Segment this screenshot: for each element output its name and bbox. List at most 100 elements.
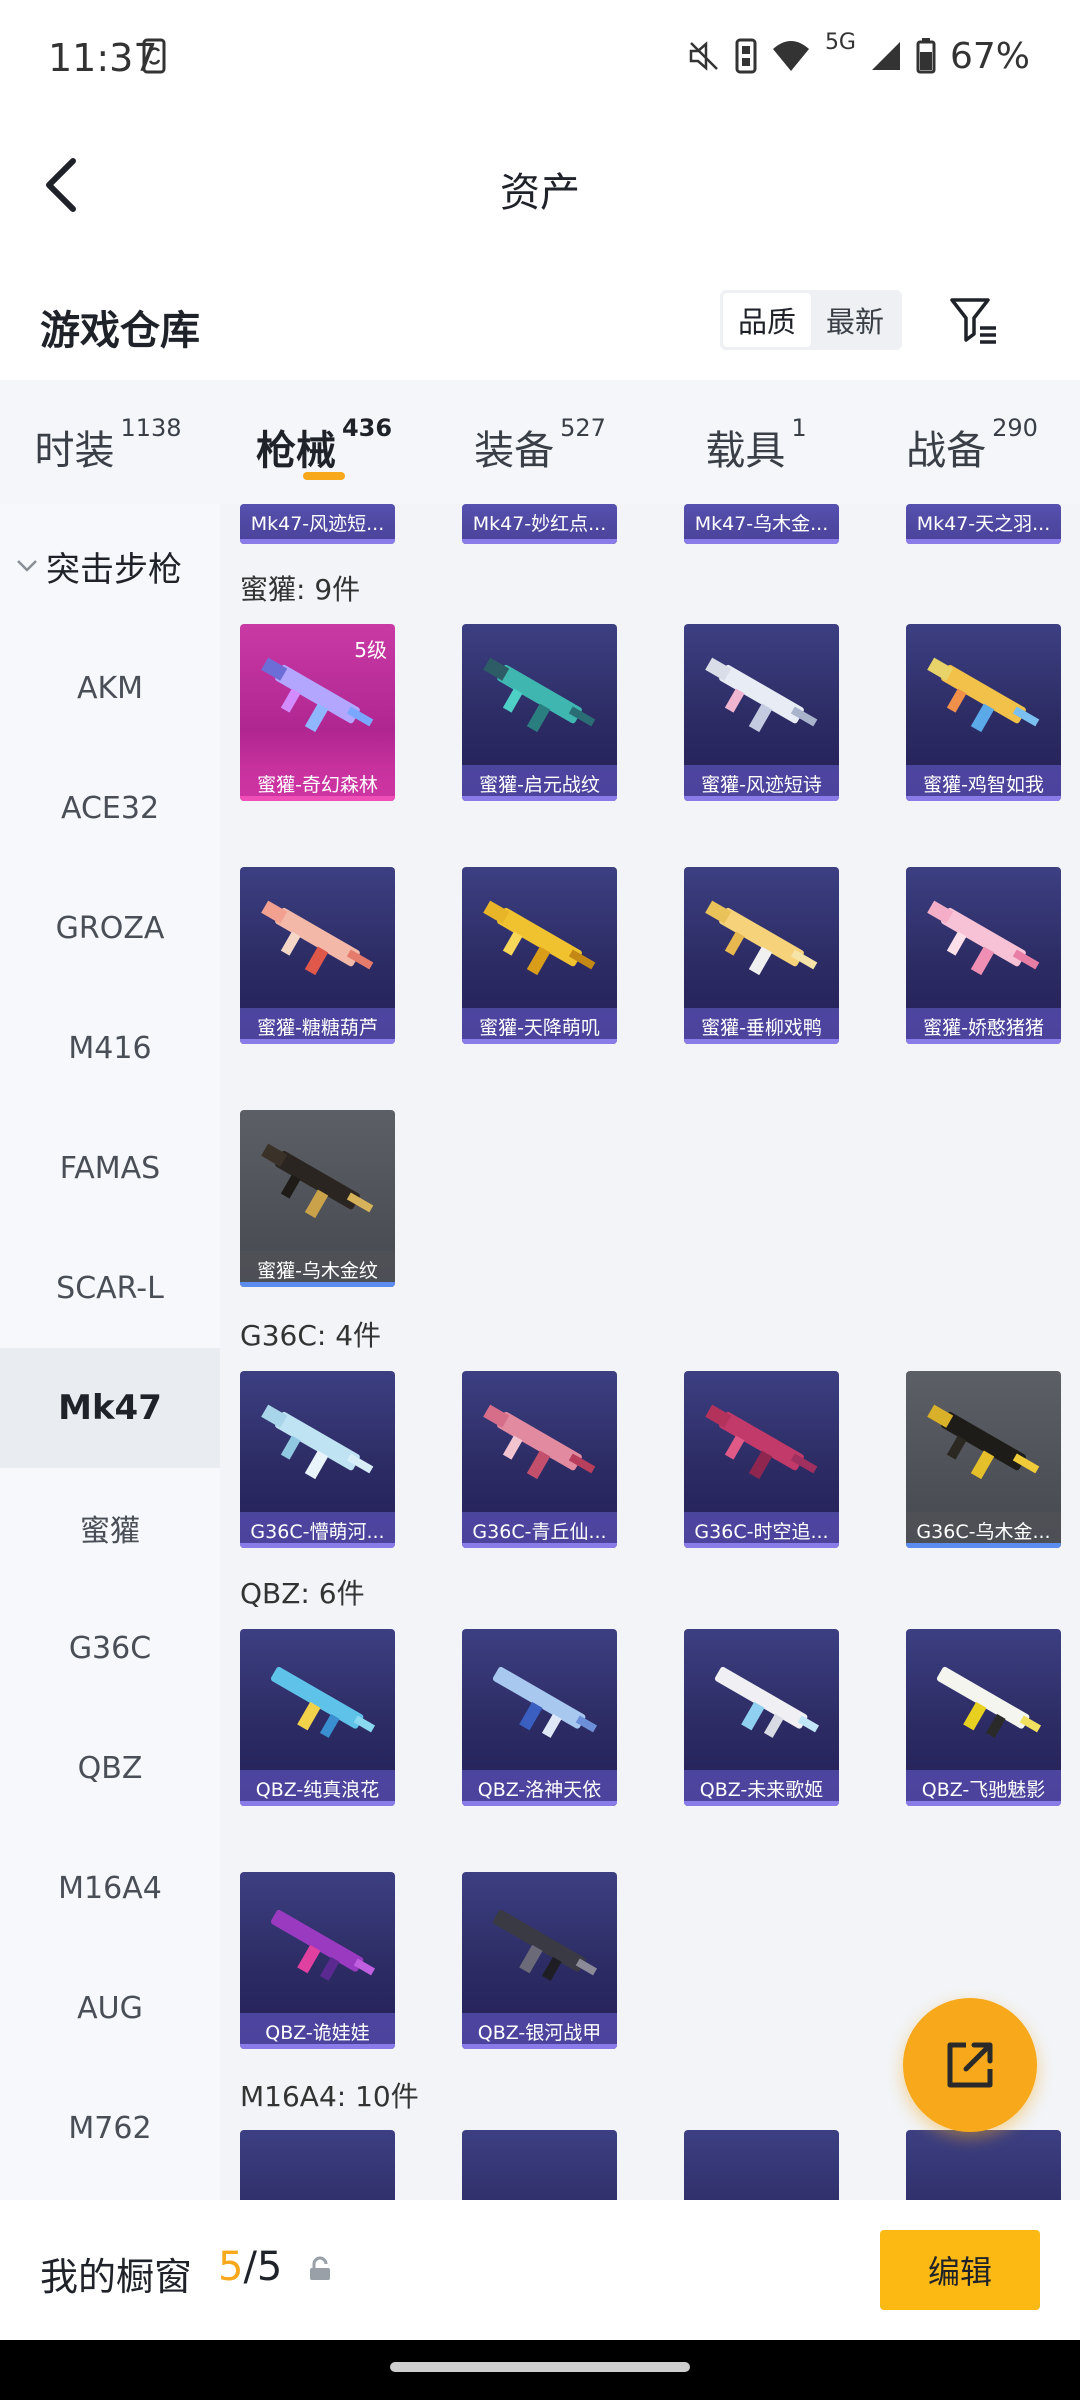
gun-image-icon: [927, 1404, 1040, 1480]
gun-image-icon: [492, 1909, 598, 1981]
skin-card[interactable]: QBZ-银河战甲: [462, 1872, 617, 2049]
filter-icon[interactable]: [946, 292, 1002, 348]
sidebar-item-akm[interactable]: AKM: [0, 628, 220, 748]
share-icon: [947, 2042, 993, 2088]
skin-card[interactable]: 蜜獾-天降萌叽: [462, 867, 617, 1044]
skin-card[interactable]: QBZ-纯真浪花: [240, 1629, 395, 1806]
gun-image-icon: [483, 900, 596, 976]
share-button[interactable]: [903, 1998, 1037, 2132]
sort-quality-button[interactable]: 品质: [723, 293, 811, 347]
tab-label: 装备: [474, 428, 555, 474]
tab-firearms[interactable]: 枪械 436: [216, 380, 432, 504]
group-title: 蜜獾: 9件: [240, 573, 361, 606]
rarity-bar: [462, 1801, 617, 1806]
skin-card[interactable]: Mk47-天之羽...: [906, 504, 1061, 544]
skin-card[interactable]: 5级 蜜獾-奇幻森林: [240, 624, 395, 801]
skin-card[interactable]: QBZ-未来歌姬: [684, 1629, 839, 1806]
sort-toggle: 品质 最新: [720, 290, 902, 350]
gun-image-icon: [705, 900, 818, 976]
skin-card[interactable]: [462, 2130, 617, 2200]
sidebar-item-scar-l[interactable]: SCAR-L: [0, 1228, 220, 1348]
rarity-bar: [240, 2044, 395, 2049]
skin-card[interactable]: 蜜獾-娇憨猪猪: [906, 867, 1061, 1044]
sidebar-group-assault-rifles[interactable]: 突击步枪: [0, 504, 220, 628]
rarity-bar: [240, 539, 395, 544]
tab-equipment[interactable]: 装备 527: [432, 380, 648, 504]
skin-name: Mk47-乌木金...: [684, 504, 839, 540]
gun-image-icon: [261, 900, 374, 976]
sidebar-item-qbz[interactable]: QBZ: [0, 1708, 220, 1828]
battery-level: 67%: [949, 35, 1030, 77]
skin-card[interactable]: 蜜獾-鸡智如我: [906, 624, 1061, 801]
tab-count: 290: [992, 414, 1038, 442]
tab-label: 枪械: [255, 428, 336, 474]
sidebar-item-aug[interactable]: AUG: [0, 1948, 220, 2068]
rarity-bar: [462, 2044, 617, 2049]
mk47-row: Mk47-风迹短... Mk47-妙红点... Mk47-乌木金... Mk47…: [240, 504, 1061, 544]
tab-supplies[interactable]: 战备 290: [864, 380, 1080, 504]
sidebar-item-ace32[interactable]: ACE32: [0, 748, 220, 868]
skin-card[interactable]: [906, 2130, 1061, 2200]
edit-button[interactable]: 编辑: [880, 2230, 1040, 2310]
rarity-bar: [240, 1039, 395, 1044]
sidebar-item-mk47[interactable]: Mk47: [0, 1348, 220, 1468]
skin-card[interactable]: G36C-懵萌河...: [240, 1371, 395, 1548]
skin-row: QBZ-诡娃娃 QBZ-银河战甲: [240, 1872, 617, 2049]
page-title: 资产: [500, 170, 580, 216]
home-handle[interactable]: [390, 2362, 690, 2372]
skin-card[interactable]: QBZ-飞驰魅影: [906, 1629, 1061, 1806]
warehouse-header: 游戏仓库 品质 最新: [0, 256, 1080, 380]
skin-name: Mk47-风迹短...: [240, 504, 395, 540]
skin-row: G36C-懵萌河... G36C-青丘仙... G36C-时空追... G36C…: [240, 1371, 1061, 1548]
sidebar-item-groza[interactable]: GROZA: [0, 868, 220, 988]
sidebar-item-m416[interactable]: M416: [0, 988, 220, 1108]
gun-image-icon: [936, 1666, 1042, 1738]
skin-card[interactable]: Mk47-乌木金...: [684, 504, 839, 544]
sidebar-item-honey-badger[interactable]: 蜜獾: [0, 1468, 220, 1588]
skin-card[interactable]: G36C-时空追...: [684, 1371, 839, 1548]
gun-image-icon: [492, 1666, 598, 1738]
skin-card[interactable]: [240, 2130, 395, 2200]
sidebar-item-m16a4[interactable]: M16A4: [0, 1828, 220, 1948]
group-title: QBZ: 6件: [240, 1577, 365, 1610]
tab-count: 1: [791, 414, 807, 442]
skin-card[interactable]: [684, 2130, 839, 2200]
tab-count: 436: [341, 414, 393, 442]
skin-card[interactable]: 蜜獾-糖糖葫芦: [240, 867, 395, 1044]
rarity-bar: [684, 1543, 839, 1548]
skin-card[interactable]: QBZ-洛神天依: [462, 1629, 617, 1806]
skin-card[interactable]: 蜜獾-乌木金纹: [240, 1110, 395, 1287]
rarity-bar: [906, 1543, 1061, 1548]
sidebar-item-famas[interactable]: FAMAS: [0, 1108, 220, 1228]
skin-row: QBZ-纯真浪花 QBZ-洛神天依 QBZ-未来歌姬 QBZ-飞驰魅影: [240, 1629, 1061, 1806]
showcase-bar: 我的橱窗 5/5 编辑: [0, 2200, 1080, 2340]
tab-outfits[interactable]: 时装 1138: [0, 380, 216, 504]
gun-image-icon: [261, 1404, 374, 1480]
skin-card[interactable]: Mk47-风迹短...: [240, 504, 395, 544]
skin-card[interactable]: G36C-青丘仙...: [462, 1371, 617, 1548]
tab-count: 1138: [120, 414, 182, 442]
data-icon: [735, 38, 757, 74]
gun-image-icon: [705, 657, 818, 733]
rarity-bar: [240, 1543, 395, 1548]
skin-card[interactable]: 蜜獾-垂柳戏鸭: [684, 867, 839, 1044]
skin-grid: Mk47-风迹短... Mk47-妙红点... Mk47-乌木金... Mk47…: [220, 504, 1080, 2200]
group-title: G36C: 4件: [240, 1319, 382, 1352]
gun-image-icon: [270, 1666, 376, 1738]
skin-name: Mk47-妙红点...: [462, 504, 617, 540]
rarity-bar: [462, 1543, 617, 1548]
chevron-down-icon: [17, 560, 37, 572]
sidebar-item-m762[interactable]: M762: [0, 2068, 220, 2188]
skin-card[interactable]: QBZ-诡娃娃: [240, 1872, 395, 2049]
skin-card[interactable]: 蜜獾-启元战纹: [462, 624, 617, 801]
tab-label: 战备: [906, 428, 987, 474]
skin-card[interactable]: Mk47-妙红点...: [462, 504, 617, 544]
sort-newest-button[interactable]: 最新: [811, 293, 899, 347]
tab-vehicles[interactable]: 载具 1: [648, 380, 864, 504]
lock-icon: [310, 2256, 330, 2280]
sidebar-item-g36c[interactable]: G36C: [0, 1588, 220, 1708]
skin-card[interactable]: G36C-乌木金...: [906, 1371, 1061, 1548]
skin-card[interactable]: 蜜獾-风迹短诗: [684, 624, 839, 801]
rarity-bar: [684, 796, 839, 801]
battery-icon: [916, 38, 936, 74]
